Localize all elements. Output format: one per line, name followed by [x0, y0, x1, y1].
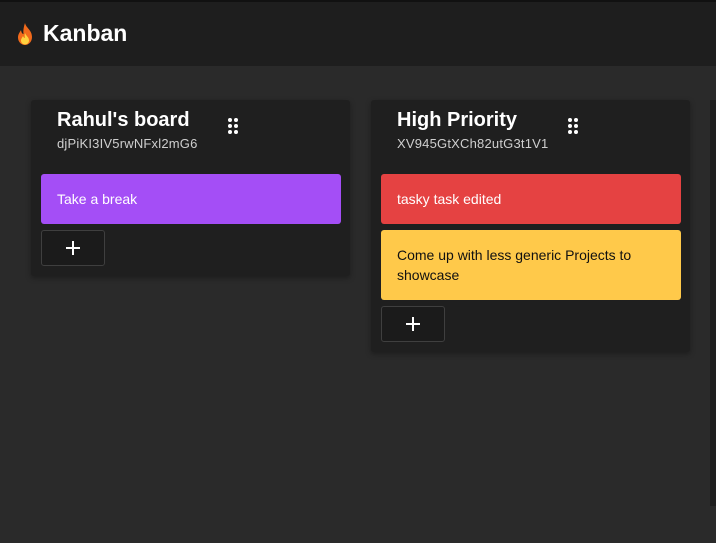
column-header: High Priority XV945GtXCh82utG3t1V1: [371, 100, 690, 174]
add-card-button[interactable]: [381, 306, 445, 342]
task-card-text: tasky task edited: [397, 191, 502, 207]
column-title: Rahul's board: [57, 109, 190, 131]
task-card[interactable]: tasky task edited: [381, 174, 681, 224]
app-title: Kanban: [43, 20, 128, 46]
column-title: High Priority: [397, 109, 518, 131]
card-list: tasky task edited Come up with less gene…: [371, 174, 690, 342]
task-card[interactable]: Take a break: [41, 174, 341, 224]
flame-icon: [18, 22, 32, 45]
app-header: Kanban: [0, 0, 716, 66]
app-logo[interactable]: Kanban: [13, 20, 127, 47]
drag-handle-icon[interactable]: [567, 117, 579, 135]
board-area: Rahul's board djPiKI3IV5rwNFxl2mG6 Take …: [0, 66, 716, 543]
card-list: Take a break: [31, 174, 350, 266]
column-partial: [710, 100, 716, 506]
column-id: XV945GtXCh82utG3t1V1: [397, 136, 549, 151]
add-card-button[interactable]: [41, 230, 105, 266]
task-card-text: Take a break: [57, 191, 138, 207]
plus-icon: [66, 241, 80, 255]
plus-icon: [406, 317, 420, 331]
task-card-text: Come up with less generic Projects to sh…: [397, 247, 632, 283]
drag-handle-icon[interactable]: [227, 117, 239, 135]
column-rahuls-board[interactable]: Rahul's board djPiKI3IV5rwNFxl2mG6 Take …: [31, 100, 350, 276]
column-high-priority[interactable]: High Priority XV945GtXCh82utG3t1V1 tasky…: [371, 100, 690, 352]
column-id: djPiKI3IV5rwNFxl2mG6: [57, 136, 198, 151]
task-card[interactable]: Come up with less generic Projects to sh…: [381, 230, 681, 300]
column-header: Rahul's board djPiKI3IV5rwNFxl2mG6: [31, 100, 350, 174]
